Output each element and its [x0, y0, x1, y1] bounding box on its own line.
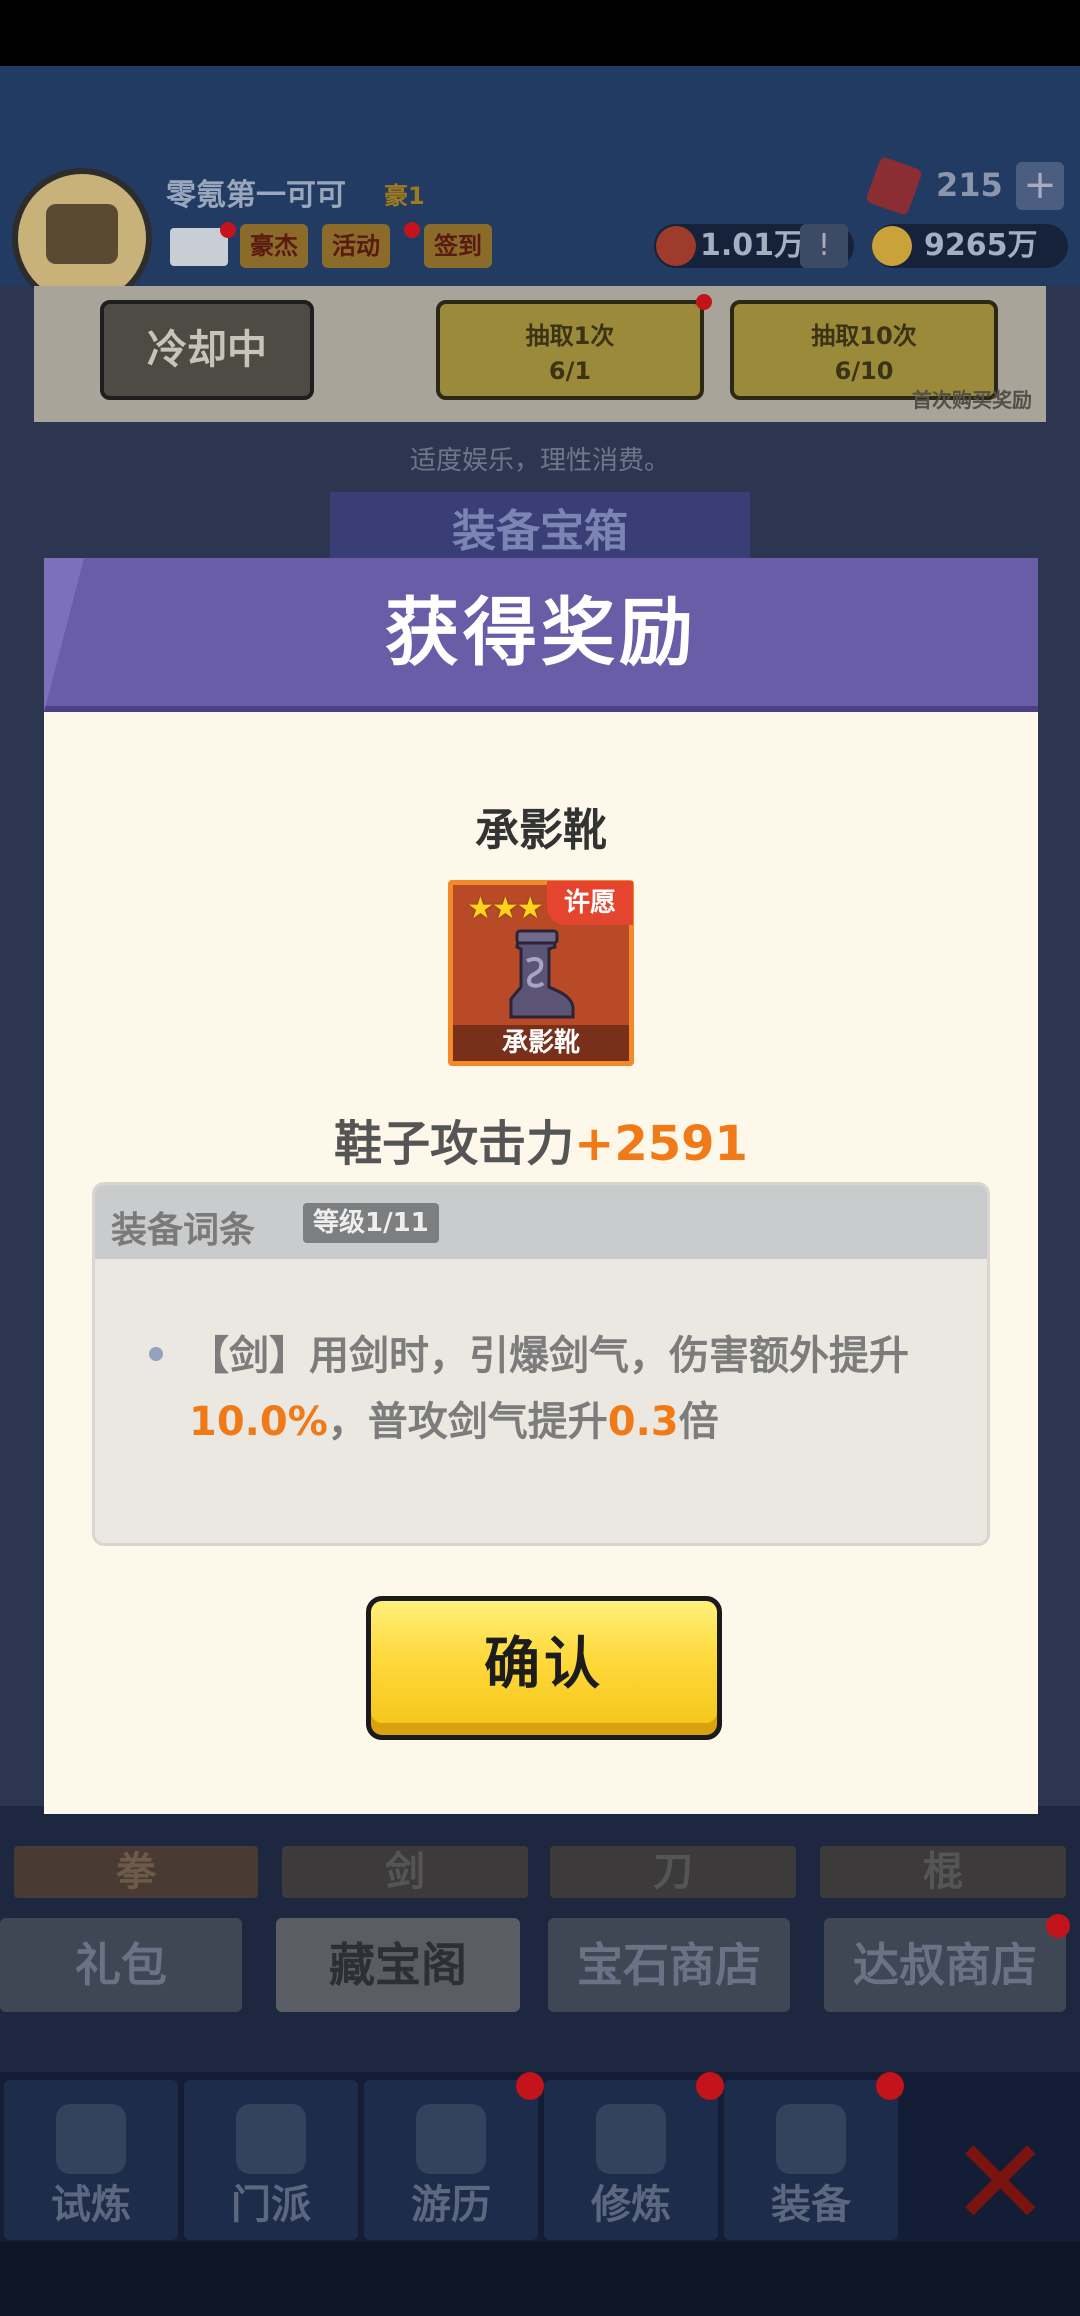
reward-modal: 获得奖励 承影靴 ★★★ 许愿 承影靴 鞋子攻击力+2591 装备词条 等级1/… [44, 558, 1038, 1814]
nav-trial[interactable]: 试炼 [4, 2080, 178, 2240]
notification-dot [696, 2072, 724, 2100]
nav-label: 门派 [231, 2182, 311, 2228]
stat-line: 鞋子攻击力+2591 [44, 1104, 1038, 1174]
gem-count: 215 [936, 166, 1003, 204]
info-button[interactable]: ! [800, 224, 848, 268]
gold-value: 9265万 [924, 228, 1038, 263]
nav-cultivate[interactable]: 修炼 [544, 2080, 718, 2240]
close-icon[interactable]: ✕ [950, 2124, 1051, 2244]
affix-title: 装备词条 [111, 1210, 256, 1251]
draw-ten-count: 6/10 [834, 357, 894, 385]
nav-label: 游历 [411, 2182, 491, 2228]
category-tab[interactable]: 刀 [550, 1846, 796, 1898]
affix-text-part: 倍 [678, 1399, 719, 1445]
notification-dot [876, 2072, 904, 2100]
item-card-label: 承影靴 [453, 1025, 629, 1061]
tab-gem-shop[interactable]: 宝石商店 [548, 1918, 790, 2012]
sword-icon [776, 2104, 846, 2174]
star-rating-icon: ★★★ [467, 891, 544, 926]
tab-gift-pack[interactable]: 礼包 [0, 1918, 242, 2012]
affix-text-part: ，普攻剑气提升 [327, 1399, 608, 1445]
affix-highlight: 10.0% [189, 1399, 328, 1445]
item-name: 承影靴 [475, 805, 607, 856]
draw-once-button[interactable]: 抽取1次 6/1 [436, 300, 704, 400]
bullet-icon [149, 1347, 163, 1361]
notification-dot [220, 222, 236, 238]
nav-label: 试炼 [51, 2182, 131, 2228]
bottom-strip [0, 2242, 1080, 2316]
nav-label: 修炼 [591, 2182, 671, 2228]
nav-sect[interactable]: 门派 [184, 2080, 358, 2240]
modal-title: 获得奖励 [385, 590, 697, 676]
tab-treasure-pavilion[interactable]: 藏宝阁 [276, 1918, 520, 2012]
notification-dot [1046, 1914, 1070, 1938]
token-icon [656, 226, 696, 266]
nav-equipment[interactable]: 装备 [724, 2080, 898, 2240]
draw-once-count: 6/1 [548, 357, 592, 385]
category-tab[interactable]: 棍 [820, 1846, 1066, 1898]
notification-dot [696, 294, 712, 310]
category-tab-label: 刀 [653, 1849, 693, 1895]
category-tab-label: 拳 [116, 1849, 156, 1895]
add-gems-button[interactable]: + [1016, 162, 1064, 210]
wish-badge: 许愿 [547, 881, 633, 925]
ninja-icon [56, 2104, 126, 2174]
draw-ten-label: 抽取10次 [811, 322, 917, 350]
status-bar [0, 0, 1080, 66]
nav-travel[interactable]: 游历 [364, 2080, 538, 2240]
affix-level-badge: 等级1/11 [303, 1203, 439, 1243]
scroll-book-icon [596, 2104, 666, 2174]
mail-icon[interactable] [170, 228, 228, 266]
affix-description: 【剑】用剑时，引爆剑气，伤害额外提升 10.0%，普攻剑气提升0.3倍 [189, 1323, 979, 1455]
gold-coin-icon [872, 226, 912, 266]
temple-icon [236, 2104, 306, 2174]
stat-label: 鞋子攻击力 [334, 1116, 575, 1172]
signin-button[interactable]: 签到 [424, 224, 492, 268]
activity-button[interactable]: 活动 [322, 224, 390, 268]
affix-highlight: 0.3 [607, 1399, 679, 1445]
hero-button[interactable]: 豪杰 [240, 224, 308, 268]
vip-badge: 豪1 [384, 182, 425, 210]
modal-header: 获得奖励 [44, 558, 1038, 712]
hint-text: 适度娱乐，理性消费。 [409, 446, 670, 476]
power-value: 1.01万 [700, 228, 805, 263]
chest-avatar-icon [46, 204, 118, 264]
player-name: 零氪第一可可 [166, 178, 346, 213]
notification-dot [516, 2072, 544, 2100]
tab-uncle-shop[interactable]: 达叔商店 [824, 1918, 1066, 2012]
draw-once-label: 抽取1次 [525, 322, 615, 350]
first-purchase-reward[interactable]: 首次购买奖励 [912, 384, 1032, 413]
boot-icon [509, 929, 575, 1019]
category-tab[interactable]: 剑 [282, 1846, 528, 1898]
category-tab[interactable]: 拳 [14, 1846, 258, 1898]
confirm-button[interactable]: 确认 [366, 1596, 722, 1740]
stat-value: +2591 [574, 1116, 748, 1172]
category-tab-label: 剑 [385, 1849, 425, 1895]
item-card[interactable]: ★★★ 许愿 承影靴 [448, 880, 634, 1066]
affix-text-part: 【剑】用剑时，引爆剑气，伤害额外提升 [189, 1333, 909, 1379]
cooldown-button[interactable]: 冷却中 [100, 300, 314, 400]
nav-label: 装备 [771, 2182, 851, 2228]
mountain-icon [416, 2104, 486, 2174]
affix-header: 装备词条 等级1/11 [95, 1185, 987, 1259]
category-tab-label: 棍 [923, 1849, 963, 1895]
notification-dot [404, 222, 420, 238]
affix-panel: 装备词条 等级1/11 【剑】用剑时，引爆剑气，伤害额外提升 10.0%，普攻剑气… [92, 1182, 990, 1546]
